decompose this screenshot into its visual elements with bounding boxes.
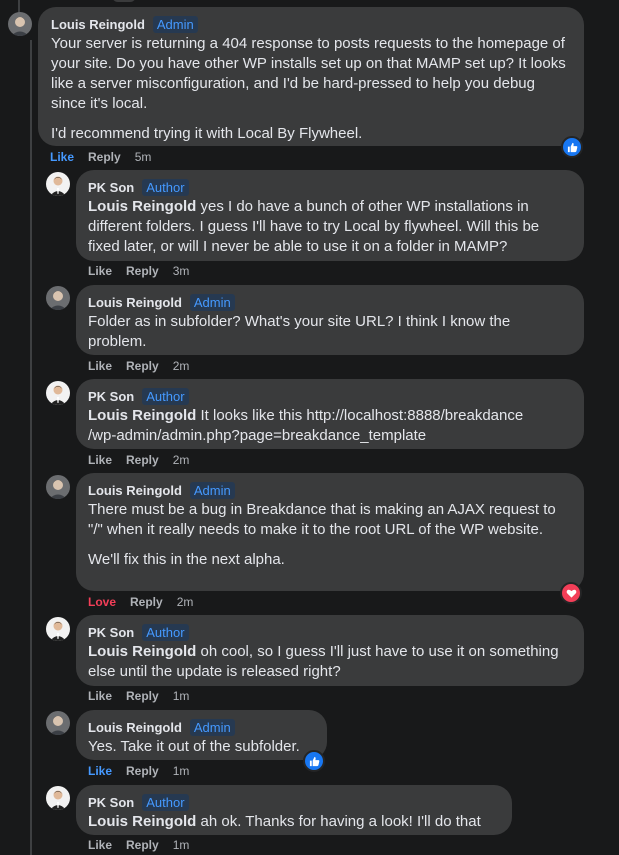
comment-actions: Like Reply 2m	[88, 359, 203, 373]
comment-author[interactable]: PK Son	[88, 625, 134, 640]
comment-bubble: Louis Reingold Admin Your server is retur…	[38, 7, 584, 146]
comment-text: Your server is returning a 404 response …	[51, 35, 566, 112]
like-button[interactable]: Like	[88, 689, 112, 703]
avatar-louis[interactable]	[46, 286, 70, 310]
comment-text: /wp-admin/admin.php?page=breakdance_temp…	[88, 427, 427, 444]
comment-text: Folder as in subfolder? What's your site…	[88, 313, 511, 350]
like-button[interactable]: Like	[88, 264, 112, 278]
admin-badge: Admin	[189, 718, 235, 736]
like-reaction-icon[interactable]	[303, 750, 325, 772]
comment-author[interactable]: Louis Reingold	[51, 17, 145, 32]
comment-text: I'd recommend trying it with Local By Fl…	[51, 125, 363, 142]
avatar-pk-son[interactable]	[46, 172, 70, 196]
comment-bubble: PK Son Author Louis Reingold It looks lik…	[76, 379, 584, 449]
timestamp[interactable]: 3m	[173, 264, 190, 278]
like-button[interactable]: Like	[88, 838, 112, 852]
reply-button[interactable]: Reply	[126, 689, 159, 703]
like-button[interactable]: Like	[88, 453, 112, 467]
avatar-louis[interactable]	[8, 12, 32, 36]
thread-line	[30, 40, 32, 855]
admin-badge: Admin	[189, 293, 235, 311]
mention-link[interactable]: Louis Reingold	[88, 643, 196, 660]
author-badge: Author	[142, 178, 189, 196]
comment-author[interactable]: Louis Reingold	[88, 295, 182, 310]
comment-bubble: Louis Reingold Admin Yes. Take it out of …	[76, 710, 327, 760]
timestamp[interactable]: 2m	[173, 359, 190, 373]
reply-button[interactable]: Reply	[126, 453, 159, 467]
avatar-pk-son[interactable]	[46, 617, 70, 641]
avatar-louis[interactable]	[46, 475, 70, 499]
comment-author[interactable]: PK Son	[88, 389, 134, 404]
avatar-pk-son[interactable]	[46, 381, 70, 405]
avatar-louis[interactable]	[46, 711, 70, 735]
like-reaction-icon[interactable]	[561, 136, 583, 158]
like-button[interactable]: Like	[88, 764, 112, 778]
comment-author[interactable]: PK Son	[88, 180, 134, 195]
reply-button[interactable]: Reply	[126, 838, 159, 852]
timestamp[interactable]: 1m	[173, 838, 190, 852]
reply-button[interactable]: Reply	[88, 150, 121, 164]
comment-text: Yes. Take it out of the subfolder.	[88, 738, 300, 755]
comment-actions: Like Reply 5m	[50, 150, 165, 164]
comment-bubble: PK Son Author Louis Reingold oh cool, so …	[76, 615, 584, 686]
author-badge: Author	[142, 793, 189, 811]
mention-link[interactable]: Louis Reingold	[88, 198, 196, 215]
comment-actions: Like Reply 3m	[88, 264, 203, 278]
like-button[interactable]: Like	[88, 359, 112, 373]
comment-actions: Like Reply 1m	[88, 689, 203, 703]
reply-button[interactable]: Reply	[126, 264, 159, 278]
mention-link[interactable]: Louis Reingold	[88, 813, 196, 830]
comment-author[interactable]: PK Son	[88, 795, 134, 810]
previous-bubble-edge	[112, 0, 136, 2]
comment-bubble: Louis Reingold Admin Folder as in subfold…	[76, 285, 584, 355]
comment-bubble: PK Son Author Louis Reingold ah ok. Thank…	[76, 785, 512, 835]
comment-text: It looks like this http://localhost:8888…	[196, 407, 524, 424]
comment-bubble: PK Son Author Louis Reingold yes I do hav…	[76, 170, 584, 261]
reply-button[interactable]: Reply	[126, 764, 159, 778]
author-badge: Author	[142, 623, 189, 641]
reply-button[interactable]: Reply	[130, 595, 163, 609]
avatar-pk-son[interactable]	[46, 786, 70, 810]
comment-actions: Like Reply 1m	[88, 764, 203, 778]
timestamp[interactable]: 2m	[177, 595, 194, 609]
comment-text: There must be a bug in Breakdance that i…	[88, 501, 556, 538]
comment-bubble: Louis Reingold Admin There must be a bug …	[76, 473, 584, 591]
mention-link[interactable]: Louis Reingold	[88, 407, 196, 424]
comment-actions: Love Reply 2m	[88, 595, 207, 609]
comment-author[interactable]: Louis Reingold	[88, 720, 182, 735]
comment-actions: Like Reply 2m	[88, 453, 203, 467]
like-button[interactable]: Like	[50, 150, 74, 164]
admin-badge: Admin	[189, 481, 235, 499]
admin-badge: Admin	[152, 15, 198, 33]
timestamp[interactable]: 1m	[173, 764, 190, 778]
timestamp[interactable]: 2m	[173, 453, 190, 467]
comment-text: ah ok. Thanks for having a look! I'll do…	[196, 813, 481, 830]
author-badge: Author	[142, 387, 189, 405]
comment-text: We'll fix this in the next alpha.	[88, 551, 285, 568]
comment-actions: Like Reply 1m	[88, 838, 203, 852]
comment-author[interactable]: Louis Reingold	[88, 483, 182, 498]
reply-button[interactable]: Reply	[126, 359, 159, 373]
love-reaction-icon[interactable]	[560, 582, 582, 604]
love-button[interactable]: Love	[88, 595, 116, 609]
timestamp[interactable]: 5m	[135, 150, 152, 164]
timestamp[interactable]: 1m	[173, 689, 190, 703]
